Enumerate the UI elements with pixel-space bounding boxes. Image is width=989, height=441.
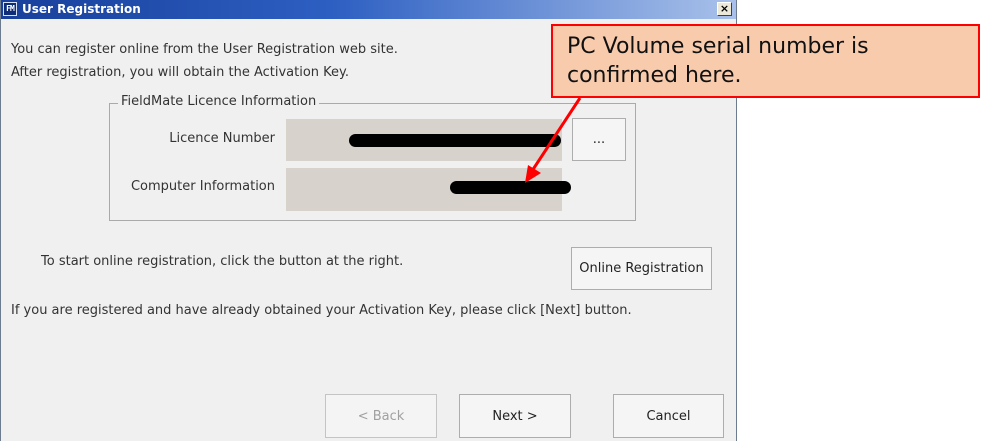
annotation-arrow (525, 97, 582, 183)
arrow-shaft (528, 97, 582, 175)
